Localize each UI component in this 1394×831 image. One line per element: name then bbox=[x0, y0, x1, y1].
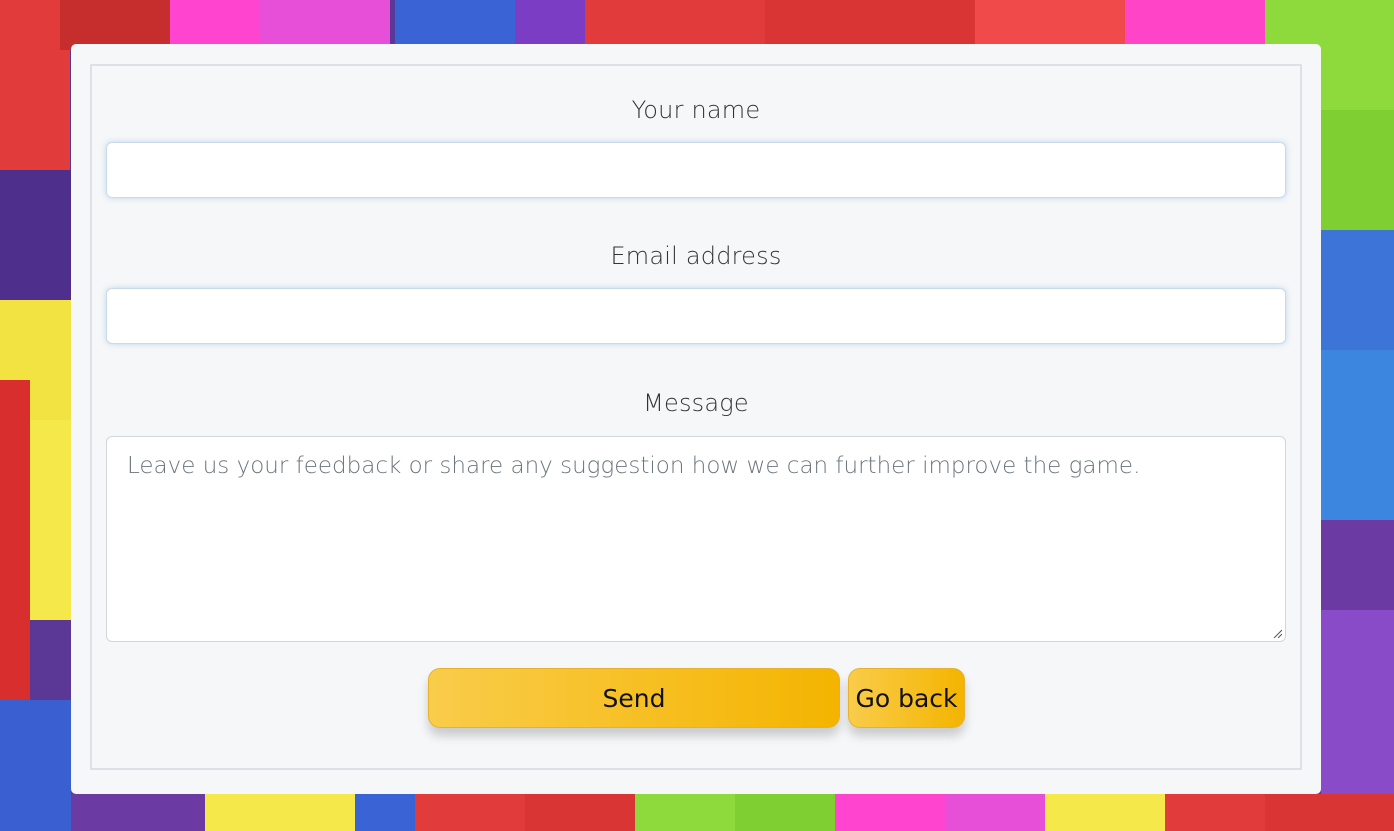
name-label: Your name bbox=[631, 96, 761, 124]
email-label: Email address bbox=[610, 242, 782, 270]
send-button[interactable]: Send bbox=[428, 668, 840, 728]
name-input[interactable] bbox=[106, 142, 1286, 198]
resize-grip-icon[interactable] bbox=[1272, 628, 1282, 638]
email-input[interactable] bbox=[106, 288, 1286, 344]
feedback-card: Your name Email address Message Leave us… bbox=[71, 44, 1321, 794]
message-textarea[interactable]: Leave us your feedback or share any sugg… bbox=[106, 436, 1286, 642]
message-label: Message bbox=[643, 389, 749, 417]
feedback-form: Your name Email address Message Leave us… bbox=[90, 64, 1302, 770]
go-back-button[interactable]: Go back bbox=[848, 668, 965, 728]
message-placeholder: Leave us your feedback or share any sugg… bbox=[127, 453, 1141, 479]
